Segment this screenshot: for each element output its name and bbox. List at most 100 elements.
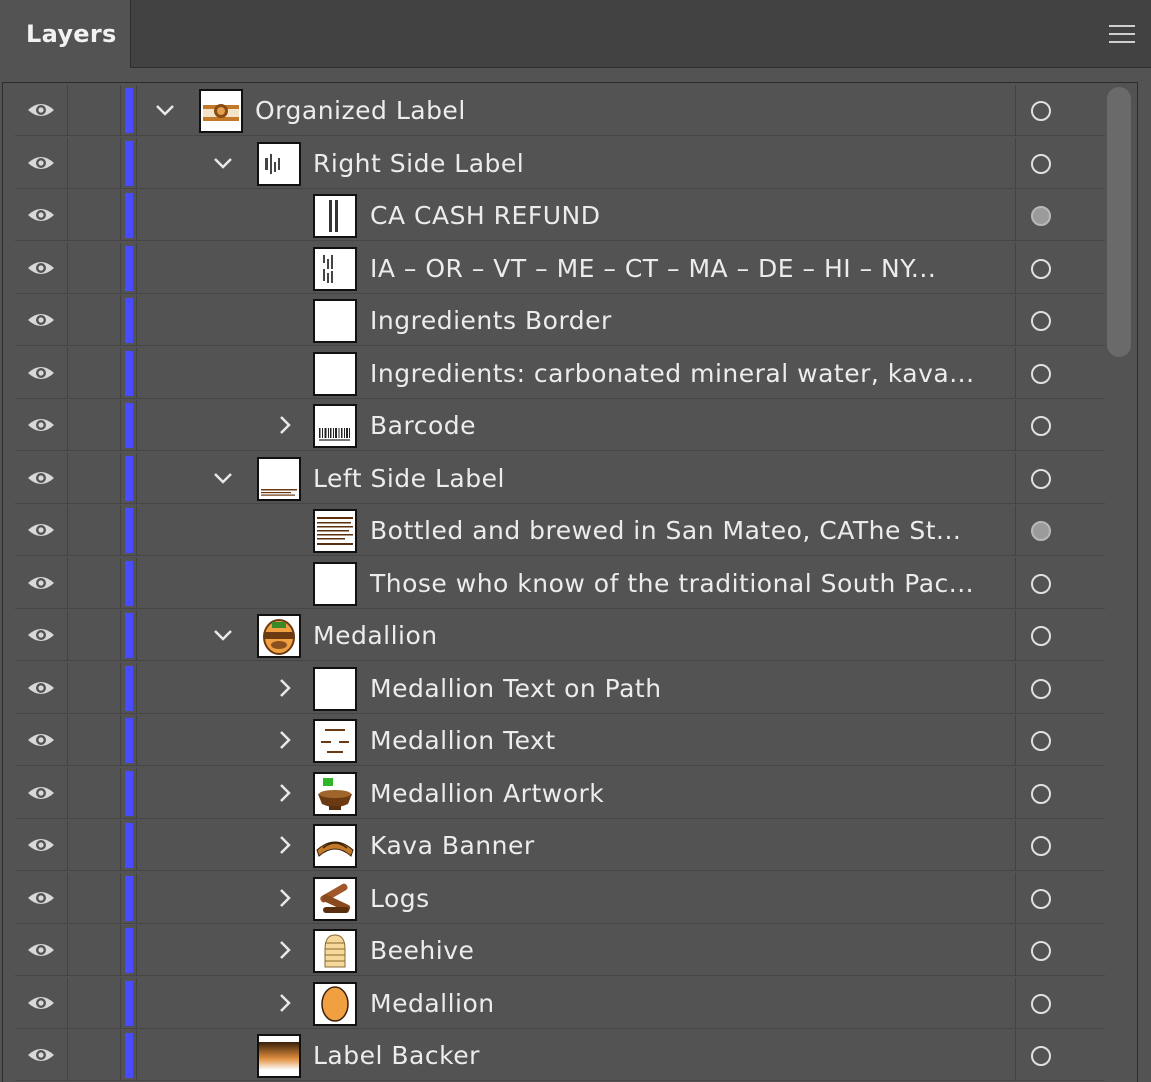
chevron-right-icon[interactable] <box>273 676 297 700</box>
target-circle-icon[interactable] <box>1031 836 1051 856</box>
lock-toggle[interactable] <box>68 190 121 241</box>
layer-row[interactable]: Organized Label <box>15 85 1105 136</box>
layer-name[interactable]: Kava Banner <box>370 820 535 871</box>
chevron-right-icon[interactable] <box>273 833 297 857</box>
layer-name[interactable]: Bottled and brewed in San Mateo, CAThe S… <box>370 505 961 556</box>
lock-toggle[interactable] <box>68 1030 121 1081</box>
target-circle-icon[interactable] <box>1031 416 1051 436</box>
chevron-right-icon[interactable] <box>273 781 297 805</box>
eye-icon[interactable] <box>15 295 68 346</box>
chevron-right-icon[interactable] <box>273 938 297 962</box>
tab-layers[interactable]: Layers <box>0 0 131 68</box>
layer-row[interactable]: Beehive <box>15 925 1105 976</box>
layer-name[interactable]: Medallion <box>370 978 495 1029</box>
target-circle-icon[interactable] <box>1031 468 1051 489</box>
lock-toggle[interactable] <box>68 872 121 924</box>
layer-row[interactable]: Medallion Text <box>15 715 1105 766</box>
eye-icon[interactable] <box>15 925 68 976</box>
layer-row[interactable]: Medallion Text on Path <box>15 662 1105 714</box>
eye-icon[interactable] <box>15 85 68 136</box>
layer-row[interactable]: Right Side Label <box>15 137 1105 189</box>
eye-icon[interactable] <box>15 872 68 924</box>
layer-name[interactable]: IA – OR – VT – ME – CT – MA – DE – HI – … <box>370 243 936 294</box>
layer-row[interactable]: Ingredients Border <box>15 295 1105 346</box>
lock-toggle[interactable] <box>68 295 121 346</box>
lock-toggle[interactable] <box>68 85 121 136</box>
layer-name[interactable]: Logs <box>370 873 430 924</box>
eye-icon[interactable] <box>15 977 68 1029</box>
layer-name[interactable]: Medallion Artwork <box>370 768 604 819</box>
layer-row[interactable]: CA CASH REFUND <box>15 190 1105 241</box>
chevron-right-icon[interactable] <box>273 991 297 1015</box>
lock-toggle[interactable] <box>68 242 121 294</box>
chevron-down-icon[interactable] <box>211 623 235 647</box>
layer-row[interactable]: Those who know of the traditional South … <box>15 557 1105 609</box>
target-circle-icon[interactable] <box>1031 311 1051 331</box>
target-circle-icon[interactable] <box>1031 573 1051 594</box>
layer-row[interactable]: Medallion <box>15 977 1105 1029</box>
target-circle-icon[interactable] <box>1031 731 1051 751</box>
target-circle-icon[interactable] <box>1031 941 1051 961</box>
eye-icon[interactable] <box>15 662 68 714</box>
layer-name[interactable]: Left Side Label <box>313 453 505 504</box>
scrollbar-thumb[interactable] <box>1107 87 1131 357</box>
layer-name[interactable]: Barcode <box>370 400 476 451</box>
target-circle-icon[interactable] <box>1031 678 1051 699</box>
layer-name[interactable]: Those who know of the traditional South … <box>370 558 974 609</box>
layer-row[interactable]: Label Backer <box>15 1030 1105 1081</box>
lock-toggle[interactable] <box>68 400 121 451</box>
target-circle-icon[interactable] <box>1031 626 1051 646</box>
layer-row[interactable]: Medallion Artwork <box>15 767 1105 819</box>
target-circle-icon[interactable] <box>1031 521 1051 541</box>
eye-icon[interactable] <box>15 242 68 294</box>
target-circle-icon[interactable] <box>1031 206 1051 226</box>
layer-name[interactable]: Organized Label <box>255 85 466 136</box>
lock-toggle[interactable] <box>68 610 121 661</box>
lock-toggle[interactable] <box>68 925 121 976</box>
lock-toggle[interactable] <box>68 820 121 871</box>
lock-toggle[interactable] <box>68 557 121 609</box>
eye-icon[interactable] <box>15 347 68 399</box>
chevron-right-icon[interactable] <box>273 728 297 752</box>
eye-icon[interactable] <box>15 1030 68 1081</box>
layer-name[interactable]: Medallion <box>313 610 438 661</box>
layer-row[interactable]: Medallion <box>15 610 1105 661</box>
layer-name[interactable]: Label Backer <box>313 1030 480 1081</box>
lock-toggle[interactable] <box>68 452 121 504</box>
layer-row[interactable]: Bottled and brewed in San Mateo, CAThe S… <box>15 505 1105 556</box>
target-circle-icon[interactable] <box>1031 153 1051 174</box>
layer-row[interactable]: Left Side Label <box>15 452 1105 504</box>
lock-toggle[interactable] <box>68 137 121 189</box>
layer-name[interactable]: Beehive <box>370 925 474 976</box>
layer-row[interactable]: Logs <box>15 872 1105 924</box>
target-circle-icon[interactable] <box>1031 101 1051 121</box>
lock-toggle[interactable] <box>68 767 121 819</box>
target-circle-icon[interactable] <box>1031 993 1051 1014</box>
chevron-down-icon[interactable] <box>211 151 235 175</box>
lock-toggle[interactable] <box>68 347 121 399</box>
target-circle-icon[interactable] <box>1031 783 1051 804</box>
chevron-down-icon[interactable] <box>153 98 177 122</box>
eye-icon[interactable] <box>15 820 68 871</box>
target-circle-icon[interactable] <box>1031 888 1051 909</box>
target-circle-icon[interactable] <box>1031 1046 1051 1066</box>
layer-row[interactable]: Ingredients: carbonated mineral water, k… <box>15 347 1105 399</box>
target-circle-icon[interactable] <box>1031 258 1051 279</box>
lock-toggle[interactable] <box>68 715 121 766</box>
chevron-down-icon[interactable] <box>211 466 235 490</box>
chevron-right-icon[interactable] <box>273 886 297 910</box>
hamburger-menu-icon[interactable] <box>1109 23 1135 45</box>
eye-icon[interactable] <box>15 400 68 451</box>
eye-icon[interactable] <box>15 715 68 766</box>
layer-name[interactable]: CA CASH REFUND <box>370 190 600 241</box>
eye-icon[interactable] <box>15 610 68 661</box>
lock-toggle[interactable] <box>68 505 121 556</box>
eye-icon[interactable] <box>15 452 68 504</box>
eye-icon[interactable] <box>15 137 68 189</box>
layer-row[interactable]: Kava Banner <box>15 820 1105 871</box>
eye-icon[interactable] <box>15 767 68 819</box>
eye-icon[interactable] <box>15 505 68 556</box>
layer-name[interactable]: Ingredients: carbonated mineral water, k… <box>370 348 975 399</box>
lock-toggle[interactable] <box>68 977 121 1029</box>
target-circle-icon[interactable] <box>1031 363 1051 384</box>
